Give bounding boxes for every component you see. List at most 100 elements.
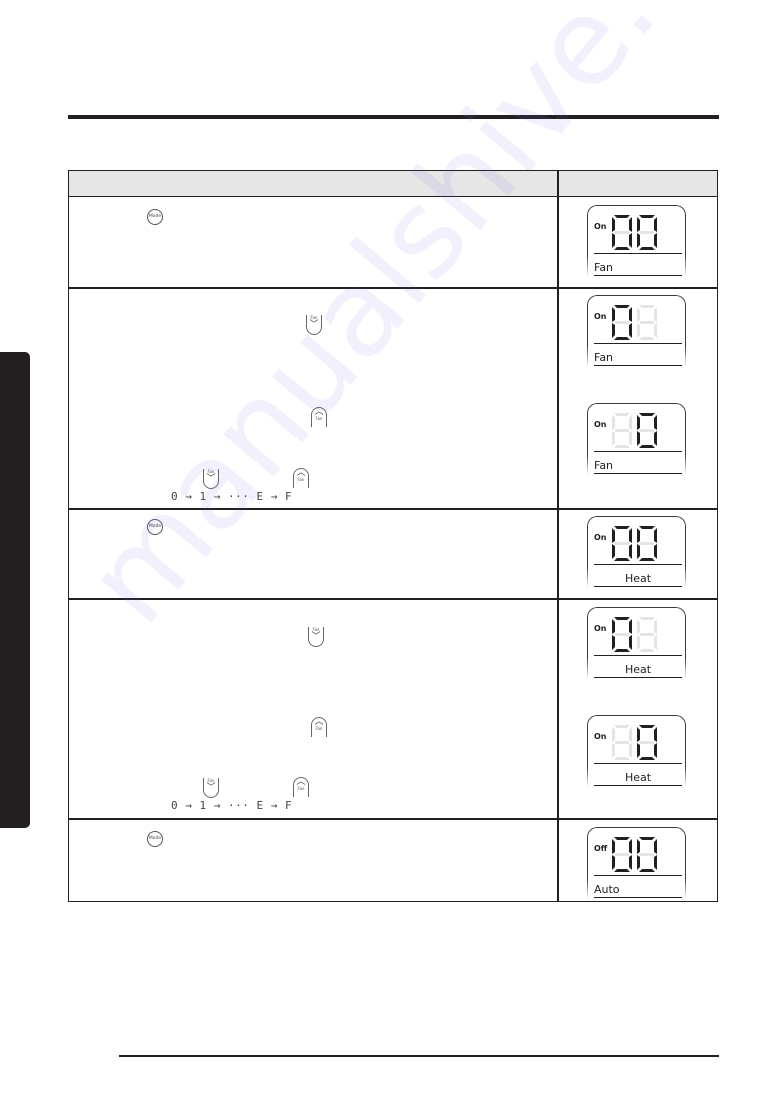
display-divider [594,655,682,657]
segment-f [637,839,640,854]
segment-f [637,307,640,322]
power-state-label: On [594,533,607,542]
chevron-up-icon: ︿ [296,777,306,787]
fan-up-button-icon: ︿ Fan [293,777,309,797]
fan-down-button-icon: Fan ﹀ [306,315,322,335]
seven-segment-display [612,837,657,872]
seven-segment-digit [637,526,657,561]
mode-button-icon: Mode [147,209,163,225]
seven-segment-display [612,413,657,448]
display-panel: On Fan [587,205,687,277]
segment-c [654,635,657,650]
segment-c [654,233,657,248]
segment-f [612,528,615,543]
seven-segment-digit [637,725,657,760]
display-panel: On Fan [587,295,687,367]
display-underline [594,586,682,588]
segment-f [612,619,615,634]
hex-sequence: 0 → 1 → ··· E → F [171,490,293,503]
segment-e [612,431,615,446]
segment-a [614,413,630,416]
segment-f [612,307,615,322]
display-divider [594,343,682,345]
segment-f [637,727,640,742]
segment-g [615,741,629,744]
segment-c [629,635,632,650]
segment-d [639,869,655,872]
segment-c [654,855,657,870]
segment-b [629,415,632,430]
segment-e [637,431,640,446]
segment-d [639,757,655,760]
segment-e [637,233,640,248]
seven-segment-digit [637,305,657,340]
segment-g [640,231,654,234]
seven-segment-digit [612,617,632,652]
display-divider [594,253,682,255]
seven-segment-digit [637,617,657,652]
segment-g [640,633,654,636]
power-state-label: On [594,222,607,231]
section-top-rule [68,115,719,119]
segment-c [654,743,657,758]
segment-a [639,725,655,728]
segment-b [654,217,657,232]
segment-g [615,321,629,324]
mode-button-icon: Mode [147,831,163,847]
power-state-label: On [594,420,607,429]
segment-b [654,727,657,742]
segment-f [612,839,615,854]
segment-f [637,528,640,543]
seven-segment-digit [612,526,632,561]
segment-b [629,217,632,232]
segment-e [612,544,615,559]
chevron-down-icon: ﹀ [309,320,319,330]
segment-c [654,544,657,559]
power-state-label: On [594,624,607,633]
mode-label: Heat [624,663,652,676]
seven-segment-display [612,617,657,652]
segment-g [640,853,654,856]
display-divider [594,451,682,453]
display-panel: Off Auto [587,827,687,899]
mode-label: Heat [624,572,652,585]
segment-c [629,233,632,248]
segment-d [614,649,630,652]
segment-e [612,743,615,758]
segment-a [614,526,630,529]
seven-segment-digit [637,413,657,448]
seven-segment-display [612,305,657,340]
segment-e [612,323,615,338]
seven-segment-display [612,725,657,760]
fan-up-button-icon: ︿ Fan [311,407,327,427]
chevron-down-icon: ﹀ [206,783,216,793]
display-panel: On Fan [587,403,687,475]
mode-label: Auto [594,883,620,896]
fan-up-button-icon: ︿ Fan [311,717,327,737]
segment-d [614,558,630,561]
segment-d [614,247,630,250]
segment-c [654,323,657,338]
segment-c [654,431,657,446]
fan-down-button-icon: Fan ﹀ [308,627,324,647]
segment-d [639,445,655,448]
segment-e [637,323,640,338]
segment-b [654,619,657,634]
segment-b [654,839,657,854]
segment-d [639,247,655,250]
segment-f [612,217,615,232]
row-divider [69,508,717,510]
segment-a [639,526,655,529]
segment-f [637,217,640,232]
segment-a [614,305,630,308]
segment-d [614,757,630,760]
display-underline [594,677,682,679]
seven-segment-display [612,526,657,561]
chevron-up-icon: ︿ [296,468,306,478]
seven-segment-digit [612,837,632,872]
display-underline [594,785,682,787]
segment-e [612,855,615,870]
segment-g [640,741,654,744]
segment-d [614,869,630,872]
segment-d [614,337,630,340]
